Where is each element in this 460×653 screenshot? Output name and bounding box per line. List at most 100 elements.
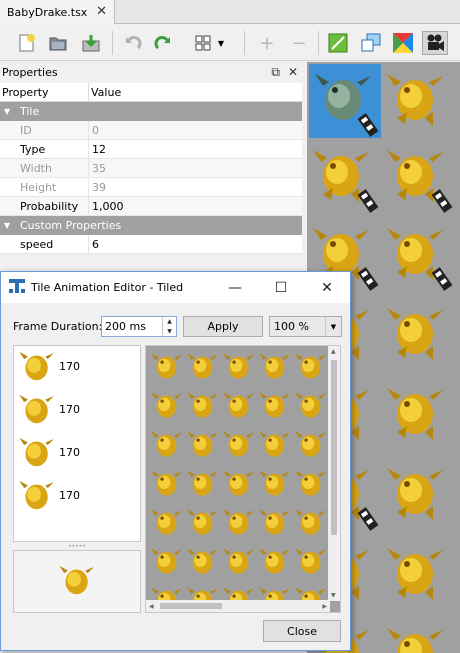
tileset-picker[interactable]: ▲ ▼ ◀ ▶	[145, 345, 341, 613]
maximize-icon[interactable]: ☐	[258, 272, 304, 303]
save-icon[interactable]	[78, 31, 104, 55]
undo-icon[interactable]	[120, 31, 146, 55]
picker-tile[interactable]	[259, 431, 290, 457]
remove-tile-icon[interactable]: −	[286, 31, 312, 55]
property-row-speed[interactable]: speed 6	[0, 235, 302, 254]
picker-tile[interactable]	[223, 548, 254, 574]
picker-tile[interactable]	[187, 392, 218, 418]
property-value[interactable]: 1,000	[89, 197, 124, 215]
zoom-select[interactable]: 100 % ▼	[269, 316, 342, 337]
picker-tile[interactable]	[295, 587, 326, 601]
frame-item[interactable]: 170	[14, 389, 140, 432]
spin-down-icon[interactable]: ▼	[167, 328, 172, 335]
picker-tile[interactable]	[295, 353, 326, 379]
scroll-down-icon[interactable]: ▼	[331, 592, 336, 599]
property-row-height[interactable]: Height 39	[0, 178, 302, 197]
preview-sprite	[59, 565, 94, 595]
tileset-picker-grid[interactable]	[146, 346, 330, 601]
picker-tile[interactable]	[151, 548, 182, 574]
picker-tile[interactable]	[151, 509, 182, 535]
zoom-value: 100 %	[274, 320, 309, 333]
property-row-id[interactable]: ID 0	[0, 121, 302, 140]
close-icon[interactable]: ✕	[304, 272, 350, 303]
vertical-scrollbar[interactable]: ▲ ▼	[328, 346, 340, 601]
picker-tile[interactable]	[259, 548, 290, 574]
splitter-handle[interactable]: •••••	[13, 543, 141, 550]
picker-tile[interactable]	[259, 470, 290, 496]
float-panel-icon[interactable]: ⧉	[271, 65, 280, 80]
picker-tile[interactable]	[295, 470, 326, 496]
picker-tile[interactable]	[187, 353, 218, 379]
add-tile-icon[interactable]: +	[254, 31, 280, 55]
tab-babydrake[interactable]: BabyDrake.tsx ✕	[0, 0, 115, 24]
scroll-up-icon[interactable]: ▲	[331, 348, 336, 355]
picker-tile[interactable]	[151, 470, 182, 496]
property-row-width[interactable]: Width 35	[0, 159, 302, 178]
picker-tile[interactable]	[151, 431, 182, 457]
property-value[interactable]: 6	[89, 235, 99, 253]
picker-tile[interactable]	[151, 392, 182, 418]
apply-button[interactable]: Apply	[183, 316, 263, 337]
picker-tile[interactable]	[295, 548, 326, 574]
frame-duration: 170	[59, 446, 80, 459]
frame-thumbnail	[19, 351, 54, 381]
frame-duration-value[interactable]: 200 ms	[105, 320, 146, 333]
terrain-icon[interactable]	[390, 31, 416, 55]
picker-tile[interactable]	[295, 431, 326, 457]
value-column-header[interactable]: Value	[89, 83, 121, 101]
edit-collision-icon[interactable]	[325, 31, 351, 55]
expand-triangle-icon[interactable]: ▼	[4, 107, 12, 116]
tab-close-icon[interactable]: ✕	[96, 4, 107, 19]
property-row-probability[interactable]: Probability 1,000	[0, 197, 302, 216]
frame-item[interactable]: 170	[14, 346, 140, 389]
picker-tile[interactable]	[259, 587, 290, 601]
picker-tile[interactable]	[151, 353, 182, 379]
spin-up-icon[interactable]: ▲	[167, 318, 172, 325]
picker-tile[interactable]	[223, 392, 254, 418]
picker-tile[interactable]	[259, 353, 290, 379]
picker-tile[interactable]	[259, 509, 290, 535]
picker-tile[interactable]	[295, 392, 326, 418]
picker-tile[interactable]	[187, 431, 218, 457]
picker-tile[interactable]	[187, 548, 218, 574]
close-button[interactable]: Close	[263, 620, 341, 642]
picker-tile[interactable]	[223, 431, 254, 457]
picker-tile[interactable]	[223, 509, 254, 535]
property-row-type[interactable]: Type 12	[0, 140, 302, 159]
frame-duration-spinbox[interactable]: 200 ms ▲ ▼	[101, 316, 177, 337]
property-column-header[interactable]: Property	[0, 83, 89, 101]
picker-tile[interactable]	[223, 470, 254, 496]
edit-animation-icon[interactable]	[358, 31, 384, 55]
scroll-right-icon[interactable]: ▶	[322, 603, 327, 610]
redo-icon[interactable]	[150, 31, 176, 55]
scrollbar-thumb[interactable]	[331, 360, 337, 535]
picker-tile[interactable]	[187, 509, 218, 535]
minimize-icon[interactable]: —	[212, 272, 258, 303]
picker-tile[interactable]	[259, 392, 290, 418]
scroll-left-icon[interactable]: ◀	[149, 603, 154, 610]
horizontal-scrollbar[interactable]: ◀ ▶	[146, 600, 330, 612]
frame-item[interactable]: 170	[14, 432, 140, 475]
open-icon[interactable]	[45, 31, 71, 55]
close-panel-icon[interactable]: ✕	[288, 65, 298, 80]
expand-triangle-icon[interactable]: ▼	[4, 221, 12, 230]
frame-duration: 170	[59, 360, 80, 373]
picker-tile[interactable]	[223, 353, 254, 379]
property-value[interactable]: 12	[89, 140, 106, 158]
picker-tile[interactable]	[223, 587, 254, 601]
picker-tile[interactable]	[151, 587, 182, 601]
chevron-down-icon[interactable]: ▼	[214, 31, 228, 55]
frame-item[interactable]: 170	[14, 475, 140, 518]
scrollbar-thumb[interactable]	[160, 603, 222, 609]
frames-list[interactable]: 170 170 170 170	[13, 345, 141, 542]
animation-camera-icon[interactable]	[422, 31, 448, 55]
group-custom-properties[interactable]: ▼ Custom Properties	[0, 216, 302, 235]
picker-tile[interactable]	[295, 509, 326, 535]
dialog-title-bar[interactable]: Tile Animation Editor - Tiled — ☐ ✕	[1, 272, 350, 303]
property-key: Probability	[0, 197, 89, 215]
new-tileset-icon[interactable]	[14, 31, 40, 55]
picker-tile[interactable]	[187, 470, 218, 496]
picker-tile[interactable]	[187, 587, 218, 601]
chevron-down-icon[interactable]: ▼	[325, 317, 341, 336]
group-tile[interactable]: ▼ Tile	[0, 102, 302, 121]
